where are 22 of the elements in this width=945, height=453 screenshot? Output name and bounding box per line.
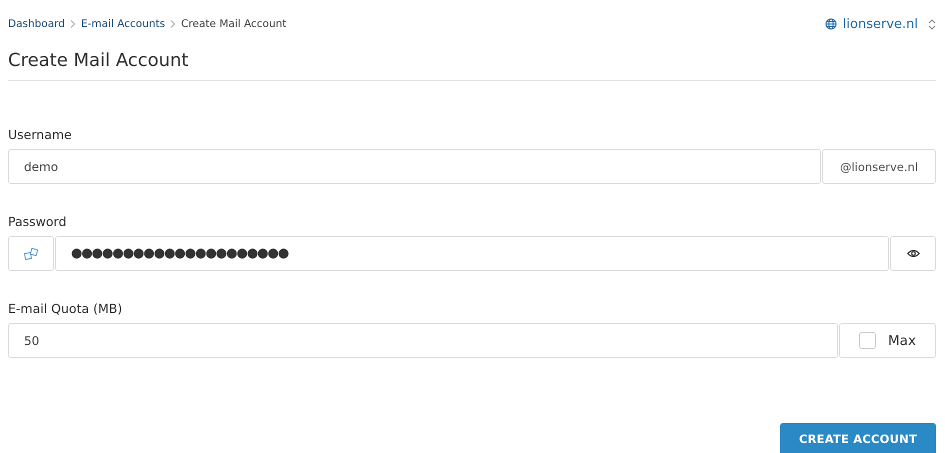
max-toggle[interactable]: Max (839, 323, 936, 358)
quota-field[interactable]: 50 (8, 323, 838, 358)
breadcrumb-link[interactable]: Dashboard (8, 18, 65, 30)
globe-icon (824, 18, 837, 30)
create-account-button[interactable]: CREATE ACCOUNT (780, 423, 936, 453)
chevron-icon (70, 20, 76, 28)
breadcrumb-link[interactable]: E-mail Accounts (80, 18, 166, 30)
eye-icon (906, 249, 920, 258)
sort-icon (928, 18, 936, 30)
password-field[interactable]: ●●●●●●●●●●●●●●●●●●●●● (55, 236, 889, 271)
field-label: Username (8, 127, 73, 142)
domain-suffix: @lionserve.nl (822, 149, 936, 184)
chevron-icon (170, 20, 176, 28)
show-password-button[interactable] (890, 236, 936, 271)
username-field[interactable]: demo (8, 149, 821, 184)
page-title: Create Mail Account (8, 48, 936, 81)
field-label: E-mail Quota (MB) (8, 301, 124, 316)
domain-selector[interactable]: lionserve.nl (824, 16, 936, 32)
field-label: Password (8, 214, 68, 229)
generate-password-button[interactable] (8, 236, 54, 271)
breadcrumb-current: Create Mail Account (181, 18, 286, 30)
max-checkbox[interactable] (859, 332, 876, 349)
